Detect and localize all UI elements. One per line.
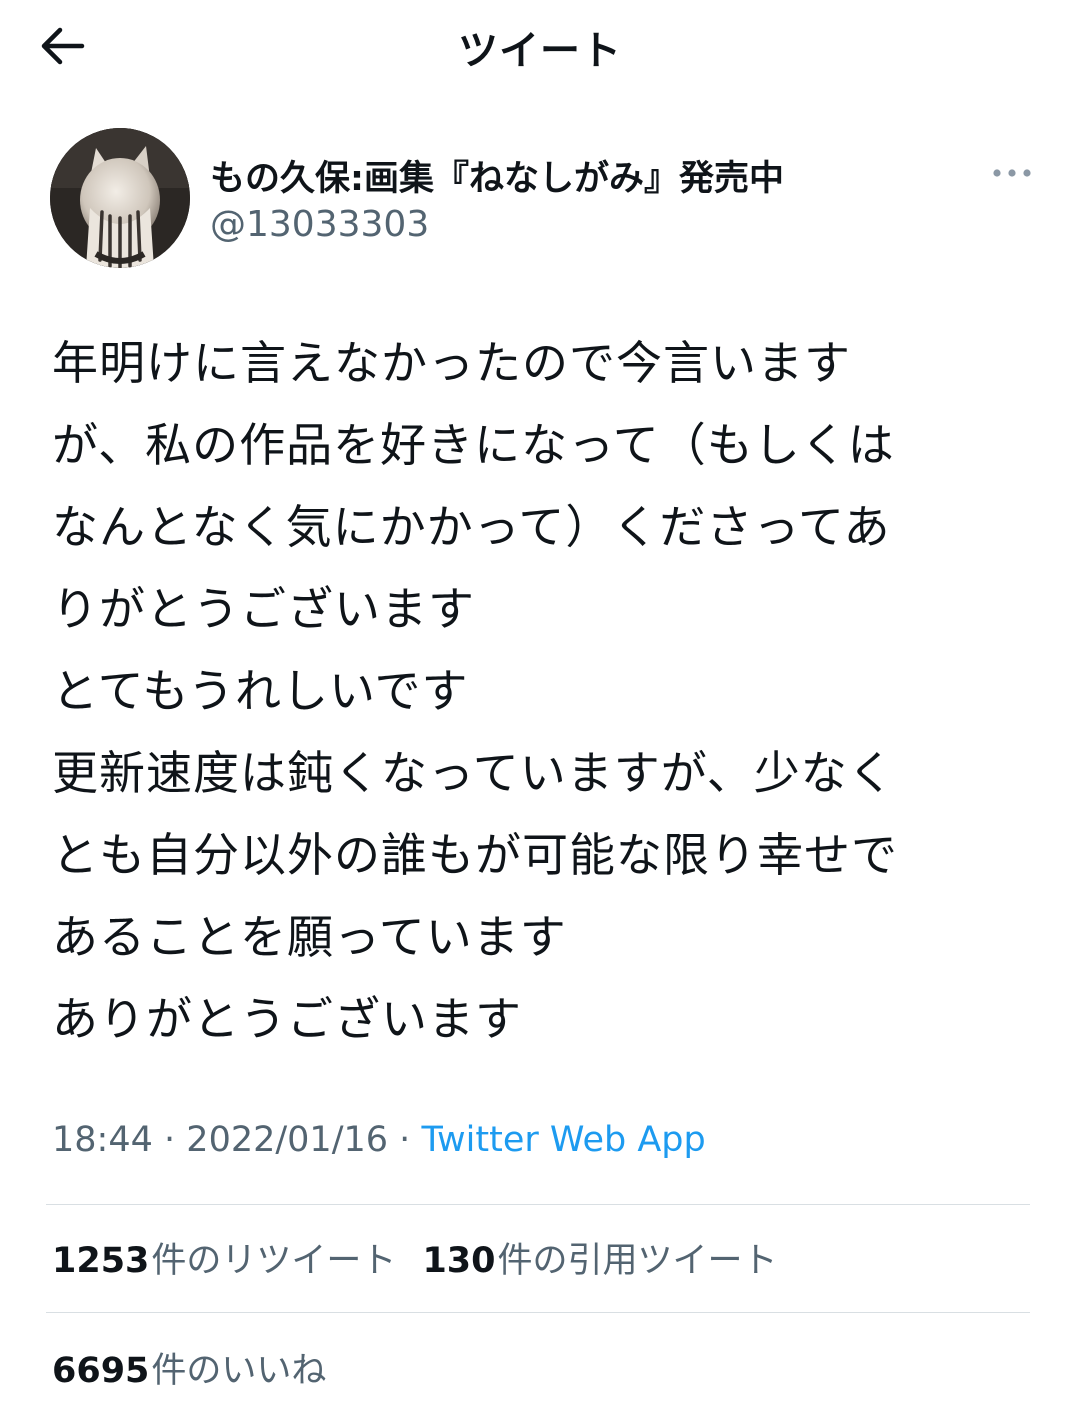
page-title: ツイート <box>458 28 622 74</box>
like-label: 件のいいね <box>151 1351 327 1391</box>
meta-separator: · <box>399 1120 411 1160</box>
retweet-stats-row: 1253 件のリツイート 130 件の引用ツイート <box>52 1232 804 1283</box>
quotes-stat[interactable]: 130 件の引用ツイート <box>422 1232 777 1283</box>
tweet-author-header: もの久保:画集『ねなしがみ』発売中 @13033303 <box>50 128 1040 270</box>
meta-separator: · <box>164 1120 176 1160</box>
tweet-text: 年明けに言えなかったので今言います が、私の作品を好きになって（もしくは なんと… <box>52 336 898 1046</box>
tweet-time[interactable]: 18:44 <box>52 1120 153 1160</box>
quote-label: 件の引用ツイート <box>497 1241 778 1281</box>
display-name[interactable]: もの久保:画集『ねなしがみ』発売中 <box>210 150 784 201</box>
quote-count: 130 <box>422 1241 496 1281</box>
likes-stats-row: 6695 件のいいね <box>52 1342 352 1393</box>
avatar-image <box>50 128 190 268</box>
divider <box>46 1312 1030 1313</box>
retweets-stat[interactable]: 1253 件のリツイート <box>52 1232 396 1283</box>
avatar[interactable] <box>50 128 190 268</box>
tweet-date[interactable]: 2022/01/16 <box>186 1120 388 1160</box>
likes-stat[interactable]: 6695 件のいいね <box>52 1342 326 1393</box>
divider <box>46 1204 1030 1205</box>
retweet-count: 1253 <box>52 1241 150 1281</box>
tweet-source-link[interactable]: Twitter Web App <box>421 1120 705 1160</box>
tweet-metadata: 18:44 · 2022/01/16 · Twitter Web App <box>52 1120 706 1160</box>
more-options-button[interactable] <box>984 158 1040 188</box>
top-bar: ツイート <box>0 0 1080 90</box>
more-options-icon <box>993 169 1031 177</box>
retweet-label: 件のリツイート <box>151 1241 397 1281</box>
like-count: 6695 <box>52 1351 150 1391</box>
user-handle[interactable]: @13033303 <box>210 204 429 245</box>
